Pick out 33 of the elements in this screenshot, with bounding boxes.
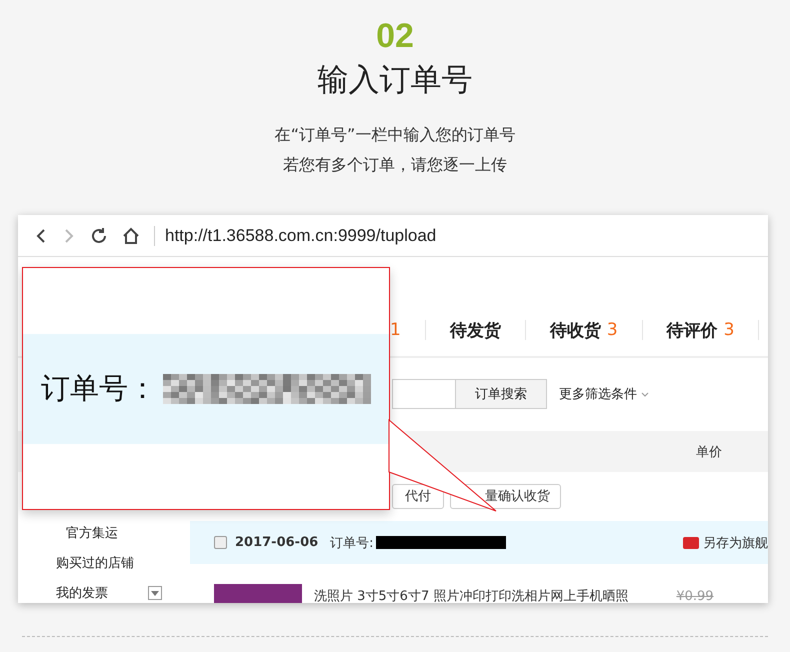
- url-field[interactable]: http://t1.36588.com.cn:9999/tupload: [154, 226, 436, 246]
- tab-label: 待收货: [550, 320, 601, 342]
- chevron-down-icon: [641, 392, 649, 396]
- instruction-text: 在“订单号”一栏中输入您的订单号: [274, 124, 516, 146]
- order-number-label: 订单号:: [330, 534, 374, 552]
- tab-count: 3: [724, 320, 734, 340]
- shop-link[interactable]: 另存为旗舰: [703, 534, 768, 552]
- step-number: 02: [376, 16, 414, 56]
- product-title[interactable]: 洗照片 3寸5寸6寸7 照片冲印打印洗相片网上手机晒照: [314, 587, 628, 603]
- search-button[interactable]: 订单搜索: [455, 379, 547, 409]
- sidebar-item[interactable]: 购买过的店铺: [56, 554, 134, 572]
- order-date: 2017-06-06: [235, 535, 318, 550]
- tab-label: 待发货: [450, 320, 501, 342]
- reload-icon[interactable]: [90, 226, 108, 244]
- order-tab[interactable]: 待发货: [426, 320, 526, 340]
- order-tab[interactable]: 待评价 3: [642, 320, 760, 340]
- shop-icon: [683, 536, 699, 548]
- instruction-text: 若您有多个订单，请您逐一上传: [282, 154, 507, 176]
- order-number-label: 订单号：: [41, 370, 157, 406]
- dropdown-icon[interactable]: [148, 586, 162, 600]
- tab-label: 待评价: [666, 320, 718, 342]
- filter-link[interactable]: 更多筛选条件: [559, 385, 637, 403]
- sidebar-item[interactable]: 我的发票: [56, 584, 108, 602]
- home-icon[interactable]: [122, 226, 140, 244]
- column-header: 单价: [696, 444, 722, 460]
- tab-count: 1: [390, 320, 401, 340]
- step-title: 输入订单号: [318, 61, 472, 100]
- order-tab[interactable]: 待收货 3: [526, 320, 643, 340]
- product-price: ¥0.99: [676, 588, 714, 603]
- sidebar-item[interactable]: 官方集运: [66, 524, 118, 542]
- order-checkbox[interactable]: [214, 536, 227, 549]
- action-button[interactable]: 代付: [392, 484, 444, 508]
- tab-count: 3: [606, 320, 618, 340]
